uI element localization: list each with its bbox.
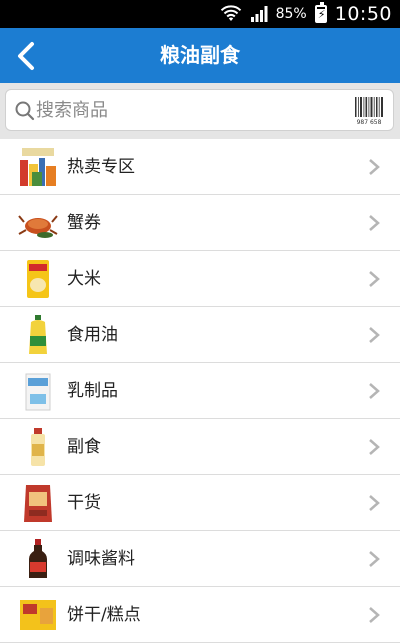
category-item-hot-sale[interactable]: 热卖专区 [0,139,400,195]
soy-sauce-bottle-icon [29,539,47,578]
barcode-number: 987 658 [357,119,382,126]
search-box: 987 658 [5,89,394,131]
milk-carton-icon [25,373,51,411]
category-item-crab-voucher[interactable]: 蟹券 [0,195,400,251]
category-label: 副食 [67,437,101,457]
wifi-icon [220,5,241,21]
app-header: 粮油副食 [0,28,400,83]
cooking-oil-bottle-icon [29,315,47,354]
category-item-rice[interactable]: 大米 [0,251,400,307]
chevron-right-icon [369,215,380,231]
category-label: 调味酱料 [67,549,135,569]
hot-sale-products-icon [20,148,56,186]
chevron-right-icon [369,383,380,399]
chevron-right-icon [369,327,380,343]
chevron-right-icon [369,607,380,623]
chevron-right-icon [369,159,380,175]
clock: 10:50 [334,3,392,25]
barcode-scan-icon[interactable]: 987 658 [353,94,385,126]
category-label: 干货 [67,493,101,513]
category-item-dry-goods[interactable]: 干货 [0,475,400,531]
sauce-bottle-icon [31,428,45,466]
search-bar: 987 658 [0,83,400,139]
category-item-dairy[interactable]: 乳制品 [0,363,400,419]
page-title: 粮油副食 [160,43,240,67]
crab-icon [18,215,58,238]
chevron-right-icon [369,495,380,511]
category-label: 大米 [67,269,101,289]
category-item-groceries[interactable]: 副食 [0,419,400,475]
biscuit-pack-icon [20,600,56,630]
category-label: 热卖专区 [67,157,135,177]
category-item-cooking-oil[interactable]: 食用油 [0,307,400,363]
back-arrow-icon[interactable] [8,36,48,76]
signal-icon [250,6,268,22]
chevron-right-icon [369,439,380,455]
category-label: 食用油 [67,325,118,345]
category-item-seasoning[interactable]: 调味酱料 [0,531,400,587]
battery-percentage: 85% [275,6,307,22]
chevron-right-icon [369,271,380,287]
rice-bag-icon [27,260,49,298]
category-label: 饼干/糕点 [67,605,141,625]
status-bar: 85% ⚡ 10:50 [0,0,400,28]
category-list: 热卖专区 蟹券 大米 食用油 乳制品 副食 干货 调味酱料 饼干/糕点 [0,139,400,643]
search-input[interactable] [36,96,336,124]
dried-food-bag-icon [24,485,52,522]
category-label: 乳制品 [67,381,118,401]
category-item-biscuits[interactable]: 饼干/糕点 [0,587,400,643]
battery-charging-icon: ⚡ [314,2,327,23]
category-label: 蟹券 [67,213,101,233]
search-icon [15,101,35,121]
chevron-right-icon [369,551,380,567]
